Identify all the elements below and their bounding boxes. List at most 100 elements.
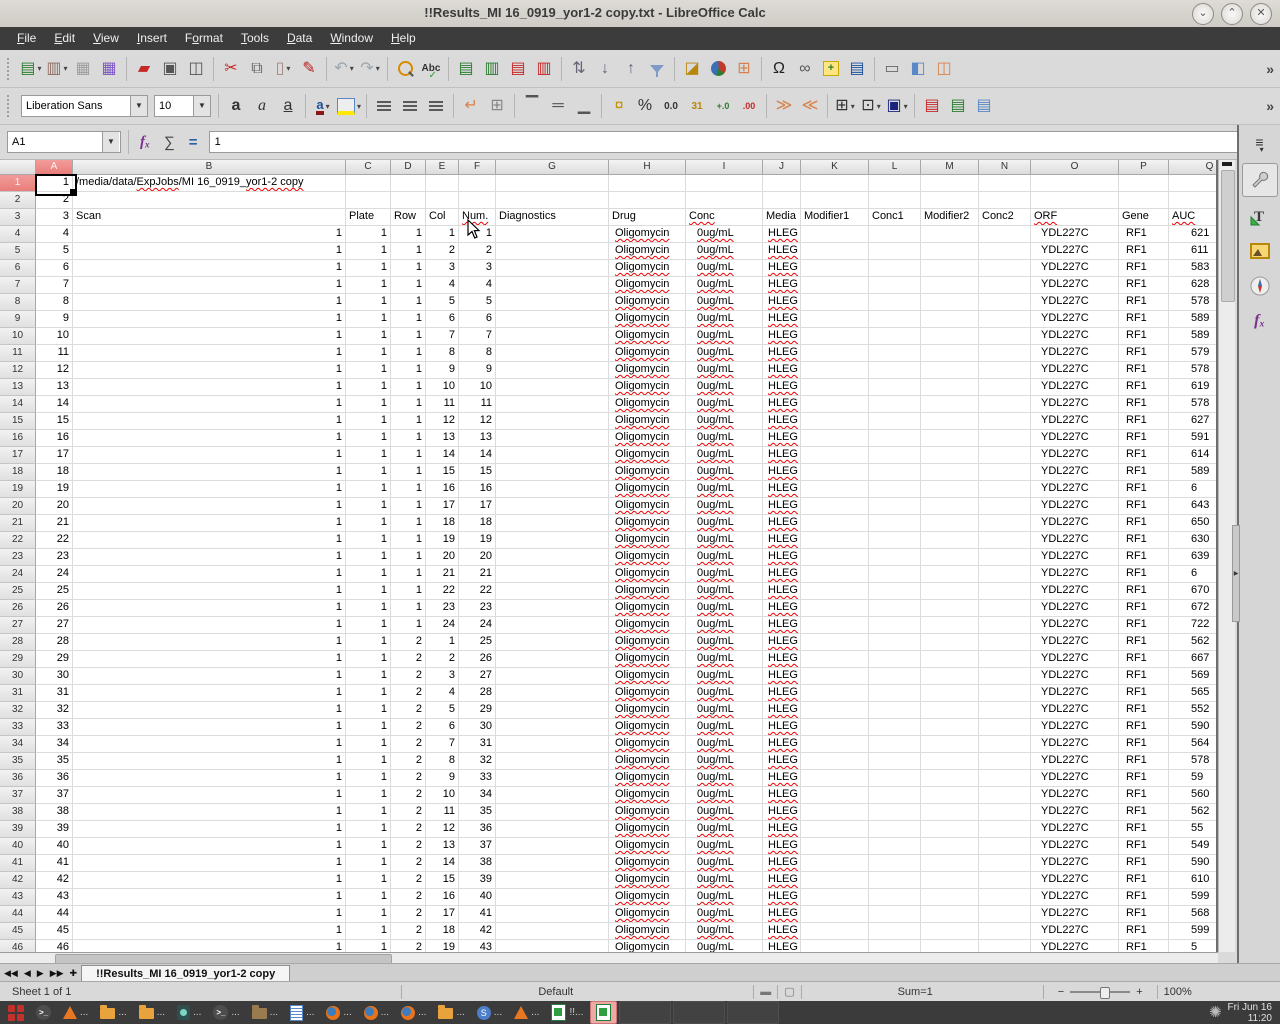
cell[interactable]: 40 <box>36 838 73 855</box>
cell[interactable] <box>979 787 1031 804</box>
spelling-icon[interactable]: Abc✓ <box>419 56 443 82</box>
cell[interactable]: 1 <box>73 651 346 668</box>
cell-drug[interactable]: Oligomycin <box>609 379 686 396</box>
cell[interactable] <box>801 175 869 192</box>
cell[interactable]: 1 <box>346 600 391 617</box>
cell[interactable] <box>869 311 921 328</box>
italic-icon[interactable]: a <box>250 93 274 119</box>
cell[interactable]: 17 <box>426 906 459 923</box>
cell[interactable]: 25 <box>36 583 73 600</box>
cell[interactable] <box>921 260 979 277</box>
cell[interactable] <box>869 923 921 940</box>
row-header-28[interactable]: 28 <box>0 634 36 651</box>
cell-conc[interactable]: 0ug/mL <box>686 362 763 379</box>
taskbar-window-button[interactable]: ... <box>58 1002 93 1023</box>
cell-drug[interactable]: Oligomycin <box>609 719 686 736</box>
cell[interactable] <box>921 651 979 668</box>
cell-drug[interactable]: Oligomycin <box>609 583 686 600</box>
new-document-icon[interactable]: ▤▾ <box>19 56 43 82</box>
next-sheet-icon[interactable]: ▶ <box>37 968 44 979</box>
cell[interactable] <box>426 192 459 209</box>
cell-auc[interactable]: 578 <box>1169 362 1218 379</box>
cell[interactable]: 1 <box>391 243 426 260</box>
cell-drug[interactable]: Oligomycin <box>609 413 686 430</box>
headers-footers-icon[interactable]: ▤ <box>845 56 869 82</box>
cell-drug[interactable]: Oligomycin <box>609 702 686 719</box>
merge-cells-icon[interactable]: ⊞ <box>485 93 509 119</box>
cell[interactable] <box>801 804 869 821</box>
cell[interactable] <box>979 430 1031 447</box>
menu-format[interactable]: Format <box>176 27 232 50</box>
find-replace-icon[interactable] <box>393 56 417 82</box>
cell[interactable]: 1 <box>391 430 426 447</box>
cell[interactable] <box>801 736 869 753</box>
row-header-3[interactable]: 3 <box>0 209 36 226</box>
cell[interactable] <box>801 532 869 549</box>
column-header-C[interactable]: C <box>346 160 391 175</box>
cell[interactable]: 9 <box>426 770 459 787</box>
cell[interactable] <box>496 226 609 243</box>
dropdown-arrow-icon[interactable]: ▾ <box>286 64 290 73</box>
cell-auc[interactable]: 569 <box>1169 668 1218 685</box>
cell-gene[interactable]: RF1 <box>1119 328 1169 345</box>
cell-gene[interactable]: RF1 <box>1119 940 1169 952</box>
cell-conc[interactable]: 0ug/mL <box>686 294 763 311</box>
cell[interactable]: 11 <box>459 396 496 413</box>
cell-gene[interactable]: RF1 <box>1119 872 1169 889</box>
cell[interactable]: 1 <box>391 277 426 294</box>
cell-media[interactable]: HLEG <box>763 770 801 787</box>
cell[interactable]: 10 <box>426 787 459 804</box>
cell[interactable]: 37 <box>459 838 496 855</box>
cell-drug[interactable]: Oligomycin <box>609 787 686 804</box>
cell[interactable]: 1 <box>346 668 391 685</box>
cell-gene[interactable]: RF1 <box>1119 804 1169 821</box>
cell[interactable] <box>496 634 609 651</box>
cell[interactable]: 1 <box>73 226 346 243</box>
cell-media[interactable]: HLEG <box>763 634 801 651</box>
cell-media[interactable]: HLEG <box>763 226 801 243</box>
cell[interactable] <box>496 940 609 952</box>
cell-media[interactable]: HLEG <box>763 379 801 396</box>
cell-auc[interactable]: 578 <box>1169 396 1218 413</box>
cell[interactable] <box>869 379 921 396</box>
cell-conc[interactable]: 0ug/mL <box>686 600 763 617</box>
cell[interactable]: 2 <box>391 838 426 855</box>
cell[interactable]: 1 <box>73 600 346 617</box>
cell-media[interactable]: HLEG <box>763 328 801 345</box>
cell[interactable]: 6 <box>426 311 459 328</box>
cell-drug[interactable]: Oligomycin <box>609 481 686 498</box>
cell-drug[interactable]: Oligomycin <box>609 464 686 481</box>
border-color-icon[interactable]: ▣▾ <box>885 93 909 119</box>
cell-drug[interactable]: Oligomycin <box>609 345 686 362</box>
cell[interactable]: 1 <box>346 294 391 311</box>
sum-icon[interactable]: ∑ <box>164 134 175 151</box>
cell[interactable] <box>496 566 609 583</box>
cell[interactable] <box>801 430 869 447</box>
column-header-H[interactable]: H <box>609 160 686 175</box>
percent-icon[interactable]: % <box>633 93 657 119</box>
cell[interactable]: 1 <box>426 226 459 243</box>
cell[interactable] <box>979 770 1031 787</box>
cell-drug[interactable]: Oligomycin <box>609 906 686 923</box>
cell[interactable] <box>496 668 609 685</box>
cell[interactable]: 1 <box>391 617 426 634</box>
cell-conc[interactable]: 0ug/mL <box>686 226 763 243</box>
cell[interactable] <box>979 940 1031 952</box>
toolbar-grip[interactable] <box>7 58 15 80</box>
cell[interactable] <box>496 175 609 192</box>
column-header-B[interactable]: B <box>73 160 346 175</box>
cell[interactable]: 2 <box>391 702 426 719</box>
cell[interactable] <box>979 515 1031 532</box>
cell[interactable]: 1 <box>73 923 346 940</box>
sheet-tab[interactable]: !!Results_MI 16_0919_yor1-2 copy <box>81 965 290 982</box>
cell[interactable] <box>73 192 346 209</box>
row-header-22[interactable]: 22 <box>0 532 36 549</box>
cell[interactable]: 1 <box>346 260 391 277</box>
taskbar-window-button[interactable]: ... <box>396 1002 431 1023</box>
redo-icon[interactable]: ↷▾ <box>358 56 382 82</box>
cell[interactable]: 14 <box>426 855 459 872</box>
cell[interactable]: 1 <box>73 362 346 379</box>
cell-drug[interactable]: Oligomycin <box>609 872 686 889</box>
menu-file[interactable]: File <box>8 27 45 50</box>
cell[interactable]: 1 <box>391 498 426 515</box>
